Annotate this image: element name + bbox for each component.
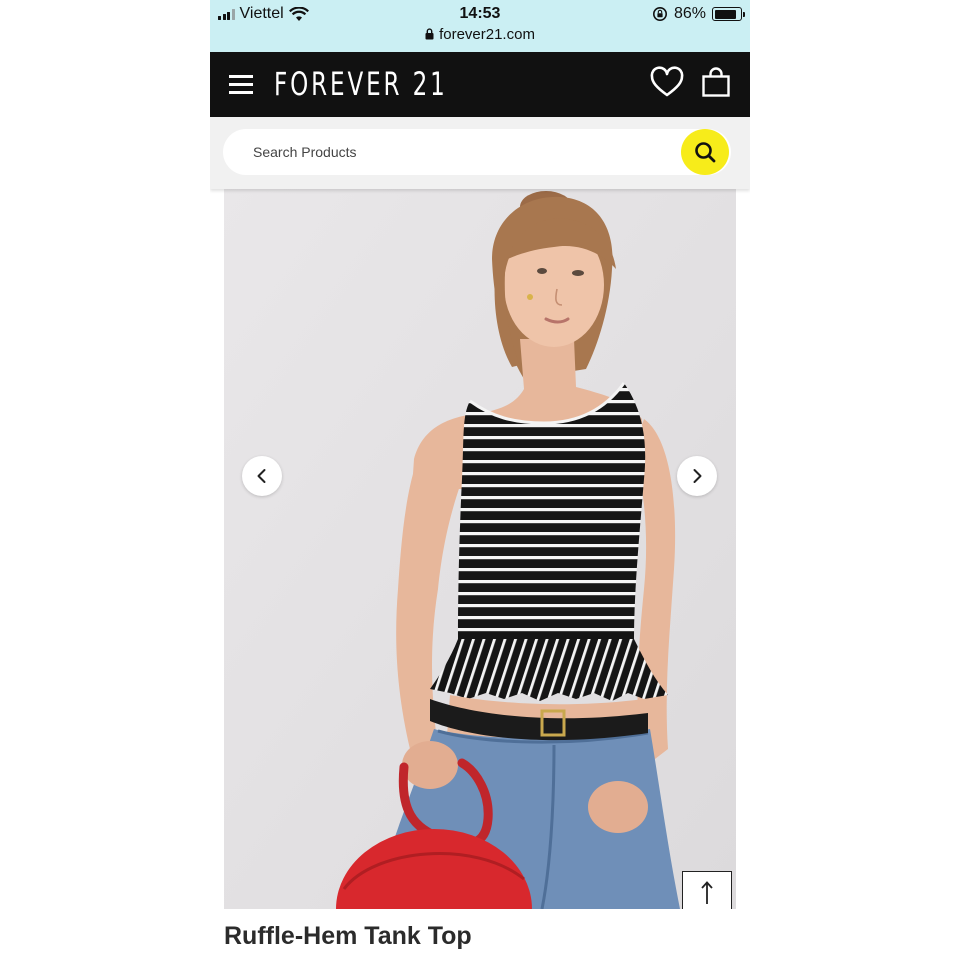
menu-icon[interactable]: [229, 72, 255, 96]
back-to-top-button[interactable]: [682, 871, 732, 909]
battery-icon: [712, 7, 745, 21]
previous-image-button[interactable]: [242, 456, 282, 496]
arrow-up-icon: [701, 881, 713, 904]
search-button[interactable]: [681, 129, 729, 175]
shopping-bag-icon[interactable]: [699, 66, 733, 100]
battery-percent: 86%: [673, 5, 706, 22]
status-bar: Viettel 14:53 forever21.com 86%: [210, 0, 750, 52]
chevron-right-icon: [693, 469, 702, 483]
search-icon: [695, 142, 716, 163]
product-title: Ruffle-Hem Tank Top: [224, 922, 472, 950]
status-right-group: 86%: [652, 5, 745, 23]
heart-icon[interactable]: [650, 66, 684, 100]
url-text: forever21.com: [439, 26, 535, 43]
site-header: FOREVER 21: [210, 52, 750, 117]
product-photo: [224, 189, 736, 909]
next-image-button[interactable]: [677, 456, 717, 496]
orientation-lock-icon: [652, 7, 667, 21]
address-bar[interactable]: forever21.com: [210, 26, 750, 43]
chevron-left-icon: [257, 469, 266, 483]
search-box: [223, 129, 731, 175]
lock-icon: [425, 28, 434, 40]
mobile-browser-screen: Viettel 14:53 forever21.com 86% FOREVER …: [210, 0, 750, 960]
product-image-gallery[interactable]: [224, 189, 736, 909]
brand-logo[interactable]: FOREVER 21: [274, 65, 448, 103]
search-bar: [210, 117, 750, 189]
search-input[interactable]: [253, 129, 673, 175]
